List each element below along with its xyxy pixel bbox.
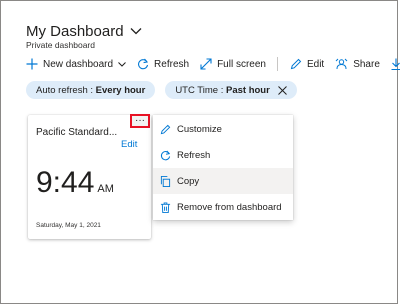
copy-icon bbox=[160, 175, 171, 187]
new-dashboard-label: New dashboard bbox=[43, 58, 114, 70]
pencil-icon bbox=[160, 124, 171, 134]
filter-pills: Auto refresh : Every hour UTC Time : Pas… bbox=[26, 81, 307, 99]
auto-refresh-label: Auto refresh : bbox=[36, 84, 94, 96]
refresh-icon bbox=[160, 150, 171, 160]
share-button[interactable]: Share bbox=[335, 58, 380, 70]
full-screen-label: Full screen bbox=[217, 58, 266, 70]
page-title: My Dashboard bbox=[26, 22, 124, 40]
utc-time-label: UTC Time : bbox=[175, 84, 224, 96]
menu-item-label: Copy bbox=[177, 175, 200, 187]
toolbar-divider bbox=[276, 57, 278, 71]
refresh-label: Refresh bbox=[154, 58, 190, 70]
menu-item-customize[interactable]: Customize bbox=[153, 116, 293, 142]
clock-time-value: 9:44 bbox=[36, 166, 95, 199]
clock-time: 9:44 AM bbox=[36, 166, 114, 200]
menu-item-remove-from-dashboard[interactable]: Remove from dashboard bbox=[153, 194, 293, 220]
clock-tile[interactable]: Pacific Standard... Edit 9:44 AM Saturda… bbox=[28, 115, 151, 239]
toolbar: New dashboard Refresh Full screen Edit S… bbox=[26, 57, 400, 71]
share-icon bbox=[335, 58, 348, 70]
menu-item-label: Refresh bbox=[177, 149, 211, 161]
utc-time-pill[interactable]: UTC Time : Past hour bbox=[165, 81, 297, 99]
menu-item-copy[interactable]: Copy bbox=[153, 168, 293, 194]
clock-date: Saturday, May 1, 2021 bbox=[36, 222, 101, 229]
share-label: Share bbox=[353, 58, 380, 70]
auto-refresh-pill[interactable]: Auto refresh : Every hour bbox=[26, 81, 156, 99]
download-icon bbox=[391, 58, 400, 70]
plus-icon bbox=[26, 58, 38, 70]
menu-item-label: Customize bbox=[177, 123, 222, 135]
chevron-down-icon bbox=[118, 61, 126, 67]
full-screen-button[interactable]: Full screen bbox=[200, 58, 266, 70]
menu-item-refresh[interactable]: Refresh bbox=[153, 142, 293, 168]
tile-edit-link[interactable]: Edit bbox=[121, 139, 137, 150]
auto-refresh-value: Every hour bbox=[95, 84, 146, 96]
download-button[interactable] bbox=[391, 58, 400, 70]
context-menu: Customize Refresh Copy Remove from dashb… bbox=[153, 115, 293, 220]
page-subtitle: Private dashboard bbox=[26, 40, 95, 50]
chevron-down-icon[interactable] bbox=[130, 22, 142, 40]
ellipsis-icon: ··· bbox=[135, 115, 145, 126]
refresh-button[interactable]: Refresh bbox=[137, 58, 189, 70]
refresh-icon bbox=[138, 58, 149, 70]
more-options-button[interactable]: ··· bbox=[130, 114, 150, 128]
trash-icon bbox=[160, 201, 171, 213]
edit-label: Edit bbox=[306, 58, 325, 70]
expand-icon bbox=[200, 58, 212, 70]
new-dashboard-button[interactable]: New dashboard bbox=[26, 58, 126, 70]
menu-item-label: Remove from dashboard bbox=[177, 201, 282, 213]
pencil-icon bbox=[290, 58, 302, 70]
edit-button[interactable]: Edit bbox=[290, 58, 324, 70]
utc-time-value: Past hour bbox=[225, 84, 270, 96]
dashboard-title-row[interactable]: My Dashboard bbox=[26, 22, 142, 40]
tile-title: Pacific Standard... bbox=[36, 127, 118, 138]
close-icon[interactable] bbox=[277, 85, 287, 95]
clock-ampm: AM bbox=[97, 183, 114, 195]
